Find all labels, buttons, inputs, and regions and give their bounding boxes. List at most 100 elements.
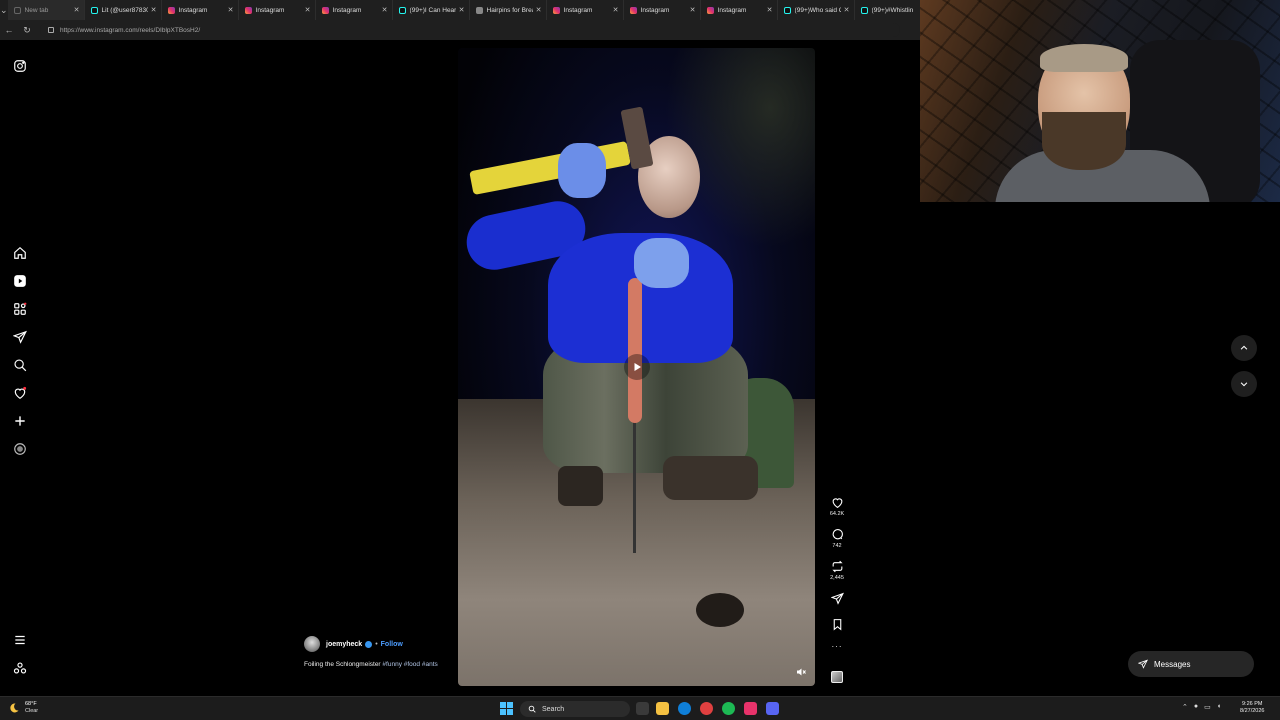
streamer-beard (1042, 112, 1126, 170)
avatar[interactable] (304, 636, 320, 652)
taskbar-search[interactable]: Search (520, 701, 630, 717)
repost-button[interactable]: 2,445 (826, 560, 848, 581)
close-tab-icon[interactable]: ✕ (151, 6, 157, 14)
like-button[interactable]: 64.2K (826, 496, 848, 517)
close-tab-icon[interactable]: ✕ (536, 6, 542, 14)
browser-tab[interactable]: Instagram ✕ (701, 0, 778, 20)
hashtag[interactable]: #funny (382, 661, 402, 668)
reload-icon[interactable]: ↻ (18, 25, 36, 36)
create-plus-icon[interactable] (11, 412, 29, 430)
threads-icon[interactable] (11, 659, 29, 677)
blue-glove (634, 238, 689, 288)
hashtag[interactable]: #food (404, 661, 420, 668)
next-reel-button[interactable] (1231, 371, 1257, 397)
browser-tab[interactable]: (99+)Who said Cy✕ (778, 0, 855, 20)
home-icon[interactable] (11, 244, 29, 262)
close-tab-icon[interactable]: ✕ (690, 6, 696, 14)
network-icon[interactable]: ▭ (1204, 703, 1211, 711)
search-placeholder: Search (542, 705, 565, 713)
audio-thumbnail[interactable] (831, 671, 843, 683)
close-tab-icon[interactable]: ✕ (844, 6, 850, 14)
close-tab-icon[interactable]: ✕ (305, 6, 311, 14)
share-button[interactable] (826, 592, 848, 605)
app-icon[interactable] (744, 702, 757, 715)
spotify-icon[interactable] (722, 702, 735, 715)
edge-browser-icon[interactable] (678, 702, 691, 715)
browser-tab[interactable]: Instagram ✕ (316, 0, 393, 20)
instagram-favicon-icon (629, 6, 637, 14)
browser-tab[interactable]: Instagram ✕ (547, 0, 624, 20)
tab-search-chevron-icon[interactable]: ⌄ (0, 0, 8, 20)
tiktok-favicon-icon (783, 6, 791, 14)
follow-button[interactable]: Follow (381, 641, 403, 648)
chevron-up-icon (1240, 345, 1248, 350)
close-tab-icon[interactable]: ✕ (228, 6, 234, 14)
bookmark-icon (833, 619, 841, 631)
browser-tab[interactable]: Instagram ✕ (239, 0, 316, 20)
caption-text: Foiling the Schlongmeister (304, 661, 381, 668)
more-menu-icon[interactable] (11, 631, 29, 649)
messages-button[interactable]: Messages (1128, 651, 1254, 677)
play-button[interactable] (624, 354, 650, 380)
more-options-button[interactable]: ··· (826, 642, 848, 651)
tiktok-favicon-icon (860, 6, 868, 14)
tabs-container: New tab✕Lit (@user878302✕ Instagram ✕ Insta… (7, 0, 932, 20)
reels-icon[interactable] (11, 272, 29, 290)
tab-title: Instagram (563, 6, 593, 14)
author-row: joemyheck • Follow (304, 636, 403, 652)
instagram-favicon-icon (552, 6, 560, 14)
person-boot (663, 456, 758, 500)
weather-temp: 68°F (25, 701, 37, 707)
author-username[interactable]: joemyheck (326, 641, 362, 648)
taskbar-clock[interactable]: 9:26 PM 8/27/2026 (1240, 701, 1264, 715)
meta-ai-icon[interactable] (11, 440, 29, 458)
save-button[interactable] (826, 618, 848, 631)
instagram-favicon-icon (321, 6, 329, 14)
browser-tab[interactable]: Instagram ✕ (624, 0, 701, 20)
browser-tab[interactable]: (99+)I Can Hear T✕ (393, 0, 470, 20)
instagram-logo-icon[interactable] (11, 57, 29, 75)
task-view-icon[interactable] (636, 702, 649, 715)
back-arrow-icon[interactable]: ← (0, 25, 18, 35)
start-button[interactable] (500, 702, 513, 715)
chrome-browser-icon[interactable] (700, 702, 713, 715)
send-icon (830, 592, 844, 605)
tab-title: Instagram (640, 6, 670, 14)
generic-favicon-icon (475, 6, 483, 14)
streamer-hair (1040, 44, 1128, 72)
search-icon[interactable] (11, 356, 29, 374)
previous-reel-button[interactable] (1231, 335, 1257, 361)
explore-icon[interactable] (11, 300, 29, 318)
close-tab-icon[interactable]: ✕ (459, 6, 465, 14)
close-tab-icon[interactable]: ✕ (74, 6, 80, 14)
chevron-down-icon (1240, 382, 1248, 387)
browser-tab[interactable]: Hairpins for Break✕ (470, 0, 547, 20)
like-count: 64.2K (829, 511, 845, 517)
windows-taskbar: 68°F Clear Search ⌃ ● ▭ ◖ 9:26 PM 8/27/2… (0, 696, 1280, 720)
site-info-icon[interactable] (48, 27, 54, 33)
instagram-favicon-icon (706, 6, 714, 14)
notifications-heart-icon[interactable] (11, 384, 29, 402)
play-icon (634, 363, 641, 371)
discord-icon[interactable] (766, 702, 779, 715)
browser-tab[interactable]: New tab ✕ (7, 0, 85, 20)
weather-widget[interactable]: 68°F Clear (8, 701, 38, 715)
tray-chevron-up-icon[interactable]: ⌃ (1182, 703, 1188, 711)
browser-tab[interactable]: Instagram ✕ (162, 0, 239, 20)
audio-muted-icon[interactable] (795, 666, 807, 678)
close-tab-icon[interactable]: ✕ (382, 6, 388, 14)
browser-tab[interactable]: Lit (@user878302✕ (85, 0, 162, 20)
microphone-icon[interactable]: ● (1194, 703, 1198, 711)
system-tray: ⌃ ● ▭ ◖ (1182, 703, 1221, 711)
blue-glove (558, 143, 606, 198)
url-field[interactable]: https://www.instagram.com/reels/DIblpXTB… (40, 23, 900, 37)
direct-send-icon[interactable] (11, 328, 29, 346)
file-explorer-icon[interactable] (656, 702, 669, 715)
reel-video[interactable] (458, 48, 815, 686)
reel-caption: Foiling the Schlongmeister #funny #food … (304, 660, 444, 669)
hashtag[interactable]: #ants (422, 661, 438, 668)
close-tab-icon[interactable]: ✕ (613, 6, 619, 14)
comment-button[interactable]: 742 (826, 528, 848, 549)
volume-icon[interactable]: ◖ (1217, 703, 1221, 711)
close-tab-icon[interactable]: ✕ (767, 6, 773, 14)
